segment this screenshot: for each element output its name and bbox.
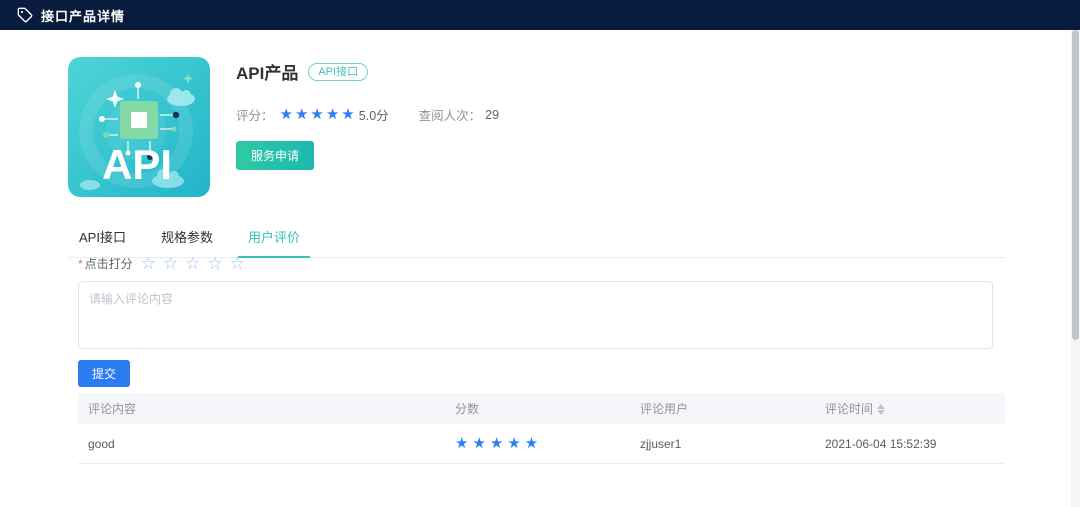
- tab-user-reviews[interactable]: 用户评价: [238, 223, 310, 258]
- product-info: API产品 API接口 评分： ★★★★★ 5.0分 查阅人次： 29 服务申请: [236, 57, 499, 197]
- scrollbar-thumb[interactable]: [1072, 30, 1079, 340]
- page-title: 接口产品详情: [41, 6, 125, 25]
- row-stars-icon: ★★★★★: [455, 435, 542, 452]
- cell-comment-time: 2021-06-04 15:52:39: [815, 424, 1005, 464]
- rate-stars-input[interactable]: ☆☆☆☆☆: [141, 255, 252, 272]
- product-image-text: API: [102, 141, 172, 188]
- review-form: * 点击打分 ☆☆☆☆☆ 提交: [78, 255, 993, 387]
- top-navbar: 接口产品详情: [0, 0, 1080, 30]
- header-score: 分数: [445, 393, 630, 424]
- comments-table: 评论内容 分数 评论用户 评论时间 good ★★★★★ zjjuser1 20…: [78, 393, 1005, 464]
- rating-value: 5.0分: [359, 105, 389, 124]
- header-comment-content: 评论内容: [78, 393, 445, 424]
- rating-stars-icon: ★★★★★: [280, 107, 357, 122]
- views-label: 查阅人次：: [419, 105, 482, 124]
- required-mark: *: [78, 257, 83, 271]
- table-header-row: 评论内容 分数 评论用户 评论时间: [78, 393, 1005, 424]
- rate-label: 点击打分: [85, 255, 133, 272]
- comment-textarea[interactable]: [78, 281, 993, 349]
- tag-icon: [17, 7, 33, 23]
- sort-caret-icon[interactable]: [877, 404, 885, 415]
- cell-comment-user: zjjuser1: [630, 424, 815, 464]
- submit-button[interactable]: 提交: [78, 360, 130, 387]
- vertical-scrollbar[interactable]: [1071, 30, 1080, 507]
- header-comment-user: 评论用户: [630, 393, 815, 424]
- product-header: API API产品 API接口 评分： ★★★★★ 5.0分 查阅人次： 29 …: [68, 57, 499, 197]
- interface-product-detail-page: 接口产品详情: [0, 0, 1080, 507]
- tab-api-interface[interactable]: API接口: [69, 223, 136, 257]
- service-apply-button[interactable]: 服务申请: [236, 141, 314, 170]
- table-row: good ★★★★★ zjjuser1 2021-06-04 15:52:39: [78, 424, 1005, 464]
- cell-comment-content: good: [78, 424, 445, 464]
- cell-score: ★★★★★: [445, 424, 630, 464]
- rating-label: 评分：: [236, 105, 274, 124]
- header-comment-time[interactable]: 评论时间: [815, 393, 1005, 424]
- tab-spec-params[interactable]: 规格参数: [151, 223, 223, 257]
- tab-bar: API接口 规格参数 用户评价: [69, 223, 1005, 258]
- views-value: 29: [485, 108, 499, 122]
- product-image: API: [68, 57, 210, 197]
- product-type-badge: API接口: [308, 63, 368, 81]
- product-title: API产品: [236, 59, 298, 84]
